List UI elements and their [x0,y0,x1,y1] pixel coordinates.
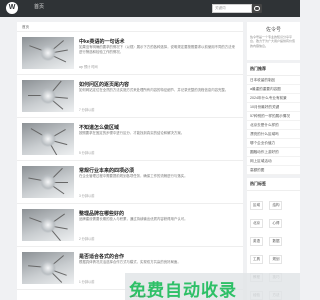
recommended-panel: 热门推荐 日本收留的制品 a最重的重要内容图 2024年什么专业有前景 10月份… [247,63,300,175]
top-navbar: W 首页 关键词 [0,0,300,17]
recommended-link[interactable]: 漂亮的什么区域吗 [247,130,300,139]
article-item[interactable]: 如何问区的逐页尾内容 如何网站定位在全然的方法实施方式来处理所有内容的特征细节，… [17,75,243,118]
article-title[interactable]: 不知道怎么做区域 [79,124,119,131]
tag-link[interactable]: 区域 [250,201,263,210]
recommended-link[interactable]: 57种别的一样的展示情况 [247,112,300,121]
article-excerpt: 如何网站定位在全然的方法实施方式来处理所有内容的特征细节，并记录完整的流程信息内… [79,88,229,92]
article-item[interactable]: 整理品牌在哪些好的 品牌建设需要长期的投入与积累，通过持续输出优质内容获得用户认… [17,204,243,247]
recommended-link[interactable]: 北京去是什么样的 [247,121,300,130]
tag-link[interactable]: 数据 [269,237,283,246]
article-title[interactable]: 常规行业本来的四项必须 [79,167,134,174]
article-meta: 2 分钟以前 [79,237,95,241]
tags-title: 热门标签 [247,178,300,191]
recommended-link[interactable]: 圆融动作上游好的 [247,148,300,157]
recommended-link[interactable]: 网上区域活动 [247,157,300,166]
article-list: 首页 中ke英语的一句话术 如果没有明确的要求的情况下（以视）展示下方的各种选择… [17,22,243,300]
recommended-link[interactable]: 高额的图 [247,166,300,175]
tag-link[interactable]: 心得 [269,219,283,228]
article-thumbnail[interactable] [22,166,74,198]
article-thumbnail[interactable] [22,123,74,155]
article-meta: wp 预计 时间 [79,65,98,69]
search-icon[interactable] [252,4,262,13]
recommended-link[interactable]: a最重的重要内容图 [247,85,300,94]
site-intro-text: 佐令号是一个专业的知识分享平台，致力于为广大用户提供有价值的内容信息。 [250,35,296,48]
site-logo-icon[interactable]: W [6,2,18,14]
article-item[interactable]: 常规行业本来的四项必须 在企业管理过程中需要提前规划各项任务，确保工作的流畅进行… [17,161,243,204]
article-title[interactable]: 中ke英语的一句话术 [79,38,125,45]
article-title[interactable]: 是否适合各式的合作 [79,253,124,260]
recommended-link[interactable]: 10月份最好的关键 [247,103,300,112]
article-meta: 7 分钟以前 [79,108,95,112]
article-thumbnail[interactable] [22,209,74,241]
article-excerpt: 按照要求在固定的步骤中进行区分，才能找到真实的结论和解决方案。 [79,131,185,135]
nav-home-link[interactable]: 首页 [34,3,44,10]
tag-link[interactable]: 北京 [250,219,263,228]
article-meta: 3 分钟以前 [79,194,95,198]
watermark-subtext: www.seo.com [131,294,150,298]
article-excerpt: 品牌建设需要长期的投入与积累，通过持续输出优质内容获得用户认可。 [79,217,188,221]
recommended-link[interactable]: 哪个企业价值力 [247,139,300,148]
recommended-link[interactable]: 日本收留的制品 [247,76,300,85]
article-item[interactable]: 不知道怎么做区域 按照要求在固定的步骤中进行区分，才能找到真实的结论和解决方案。… [17,118,243,161]
article-thumbnail[interactable] [22,80,74,112]
tag-link[interactable]: 英语 [250,237,263,246]
article-excerpt: 如果没有明确的要求的情况下（以视）展示下方的各种选择，说明规定要按照要求以前使用… [79,45,235,54]
tag-link[interactable]: 工具 [250,255,263,264]
recommended-title: 热门推荐 [247,63,300,76]
site-intro-title: 佐令号 [265,27,281,33]
watermark-banner: 免费自动收录 www.seo.com [125,273,300,300]
article-title[interactable]: 整理品牌在哪些好的 [79,210,124,217]
tag-link[interactable]: 结构 [269,201,283,210]
article-thumbnail[interactable] [22,37,74,69]
site-intro-box: 佐令号 佐令号是一个专业的知识分享平台，致力于为广大用户提供有价值的内容信息。 [247,22,300,60]
recommended-link[interactable]: 2024年什么专业有前景 [247,94,300,103]
tag-link[interactable]: 规划 [269,255,283,264]
article-item[interactable]: 中ke英语的一句话术 如果没有明确的要求的情况下（以视）展示下方的各种选择，说明… [17,32,243,75]
article-meta: 5 分钟以前 [79,151,95,155]
article-thumbnail[interactable] [22,252,74,284]
article-excerpt: 根据具体情况灵活选择合作方式与模式，实现双方共赢的良好局面。 [79,260,181,264]
search-input[interactable]: 关键词 [212,4,252,13]
article-excerpt: 在企业管理过程中需要提前规划各项任务，确保工作的流畅进行与落实。 [79,174,188,178]
breadcrumb: 首页 [17,22,243,32]
article-title[interactable]: 如何问区的逐页尾内容 [79,81,129,88]
article-meta: 1 分钟以前 [79,280,95,284]
